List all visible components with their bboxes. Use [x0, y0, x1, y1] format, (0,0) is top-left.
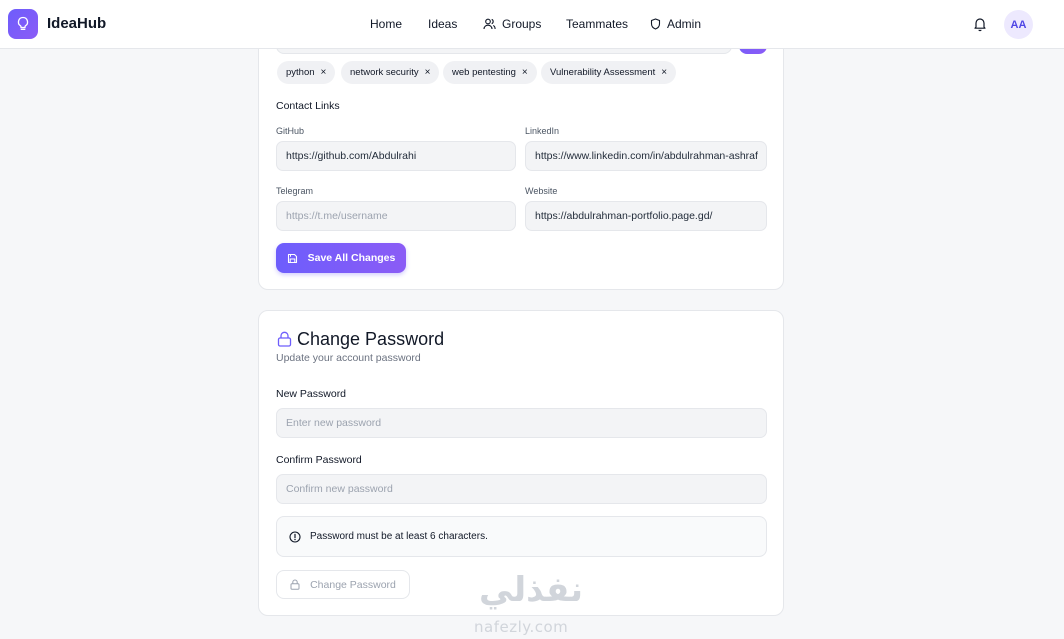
remove-tag-icon[interactable]: ×	[522, 67, 528, 78]
nav-ideas[interactable]: Ideas	[428, 17, 457, 31]
remove-tag-icon[interactable]: ×	[425, 67, 431, 78]
logo[interactable]	[8, 9, 38, 39]
change-password-card: Change Password Update your account pass…	[258, 310, 784, 616]
bell-icon[interactable]	[972, 16, 988, 32]
top-navbar: IdeaHub Home Ideas Groups Teammates Admi…	[0, 0, 1064, 49]
skill-tag-python: python ×	[277, 61, 336, 84]
confirm-password-input[interactable]: Confirm new password	[276, 474, 767, 504]
website-input[interactable]: https://abdulrahman-portfolio.page.gd/	[525, 201, 767, 231]
skill-tag-web-pentesting: web pentesting ×	[443, 61, 537, 84]
new-password-label: New Password	[276, 388, 347, 400]
nav-groups[interactable]: Groups	[483, 17, 541, 31]
password-requirement-notice: Password must be at least 6 characters.	[276, 516, 767, 557]
skill-tag-vulnerability-assessment: Vulnerability Assessment ×	[541, 61, 677, 84]
telegram-input[interactable]: https://t.me/username	[276, 201, 516, 231]
skill-tag-network-security: network security ×	[341, 61, 440, 84]
save-all-changes-button[interactable]: Save All Changes	[276, 243, 406, 273]
shield-icon	[650, 18, 661, 30]
password-requirement-text: Password must be at least 6 characters.	[310, 531, 488, 542]
users-icon	[483, 18, 496, 30]
lightbulb-icon	[17, 16, 29, 30]
skill-tag-label: python	[286, 67, 315, 78]
save-icon	[287, 253, 297, 263]
nav-teammates[interactable]: Teammates	[566, 17, 628, 31]
nav-ideas-label: Ideas	[428, 17, 458, 31]
website-label: Website	[525, 186, 558, 196]
skill-tag-label: network security	[350, 67, 419, 78]
nav-admin-label: Admin	[667, 17, 702, 31]
nav-teammates-label: Teammates	[566, 17, 629, 31]
new-password-input[interactable]: Enter new password	[276, 408, 767, 438]
change-password-button-label: Change Password	[310, 578, 396, 591]
avatar[interactable]: AA	[1004, 10, 1033, 39]
contact-links-heading: Contact Links	[276, 100, 340, 112]
lock-icon	[290, 579, 300, 590]
github-input[interactable]: https://github.com/Abdulrahi	[276, 141, 516, 171]
telegram-label: Telegram	[276, 186, 314, 196]
github-label: GitHub	[276, 126, 305, 136]
lock-icon	[277, 331, 292, 347]
change-password-button[interactable]: Change Password	[276, 570, 410, 599]
skill-tag-label: web pentesting	[452, 67, 516, 78]
remove-tag-icon[interactable]: ×	[321, 67, 327, 78]
nav-home[interactable]: Home	[370, 17, 402, 31]
save-all-changes-label: Save All Changes	[307, 252, 396, 264]
nav-admin[interactable]: Admin	[650, 17, 701, 31]
nav-groups-label: Groups	[502, 17, 542, 31]
brand-name[interactable]: IdeaHub	[47, 15, 106, 32]
info-icon	[289, 530, 301, 543]
nav-home-label: Home	[370, 17, 403, 31]
linkedin-label: LinkedIn	[525, 126, 560, 136]
remove-tag-icon[interactable]: ×	[661, 67, 667, 78]
watermark-latin: nafezly.com	[474, 618, 569, 636]
change-password-title: Change Password	[297, 329, 445, 349]
skill-tag-label: Vulnerability Assessment	[550, 67, 656, 78]
confirm-password-label: Confirm Password	[276, 454, 362, 466]
linkedin-input[interactable]: https://www.linkedin.com/in/abdulrahman-…	[525, 141, 767, 171]
change-password-subtitle: Update your account password	[276, 352, 421, 364]
